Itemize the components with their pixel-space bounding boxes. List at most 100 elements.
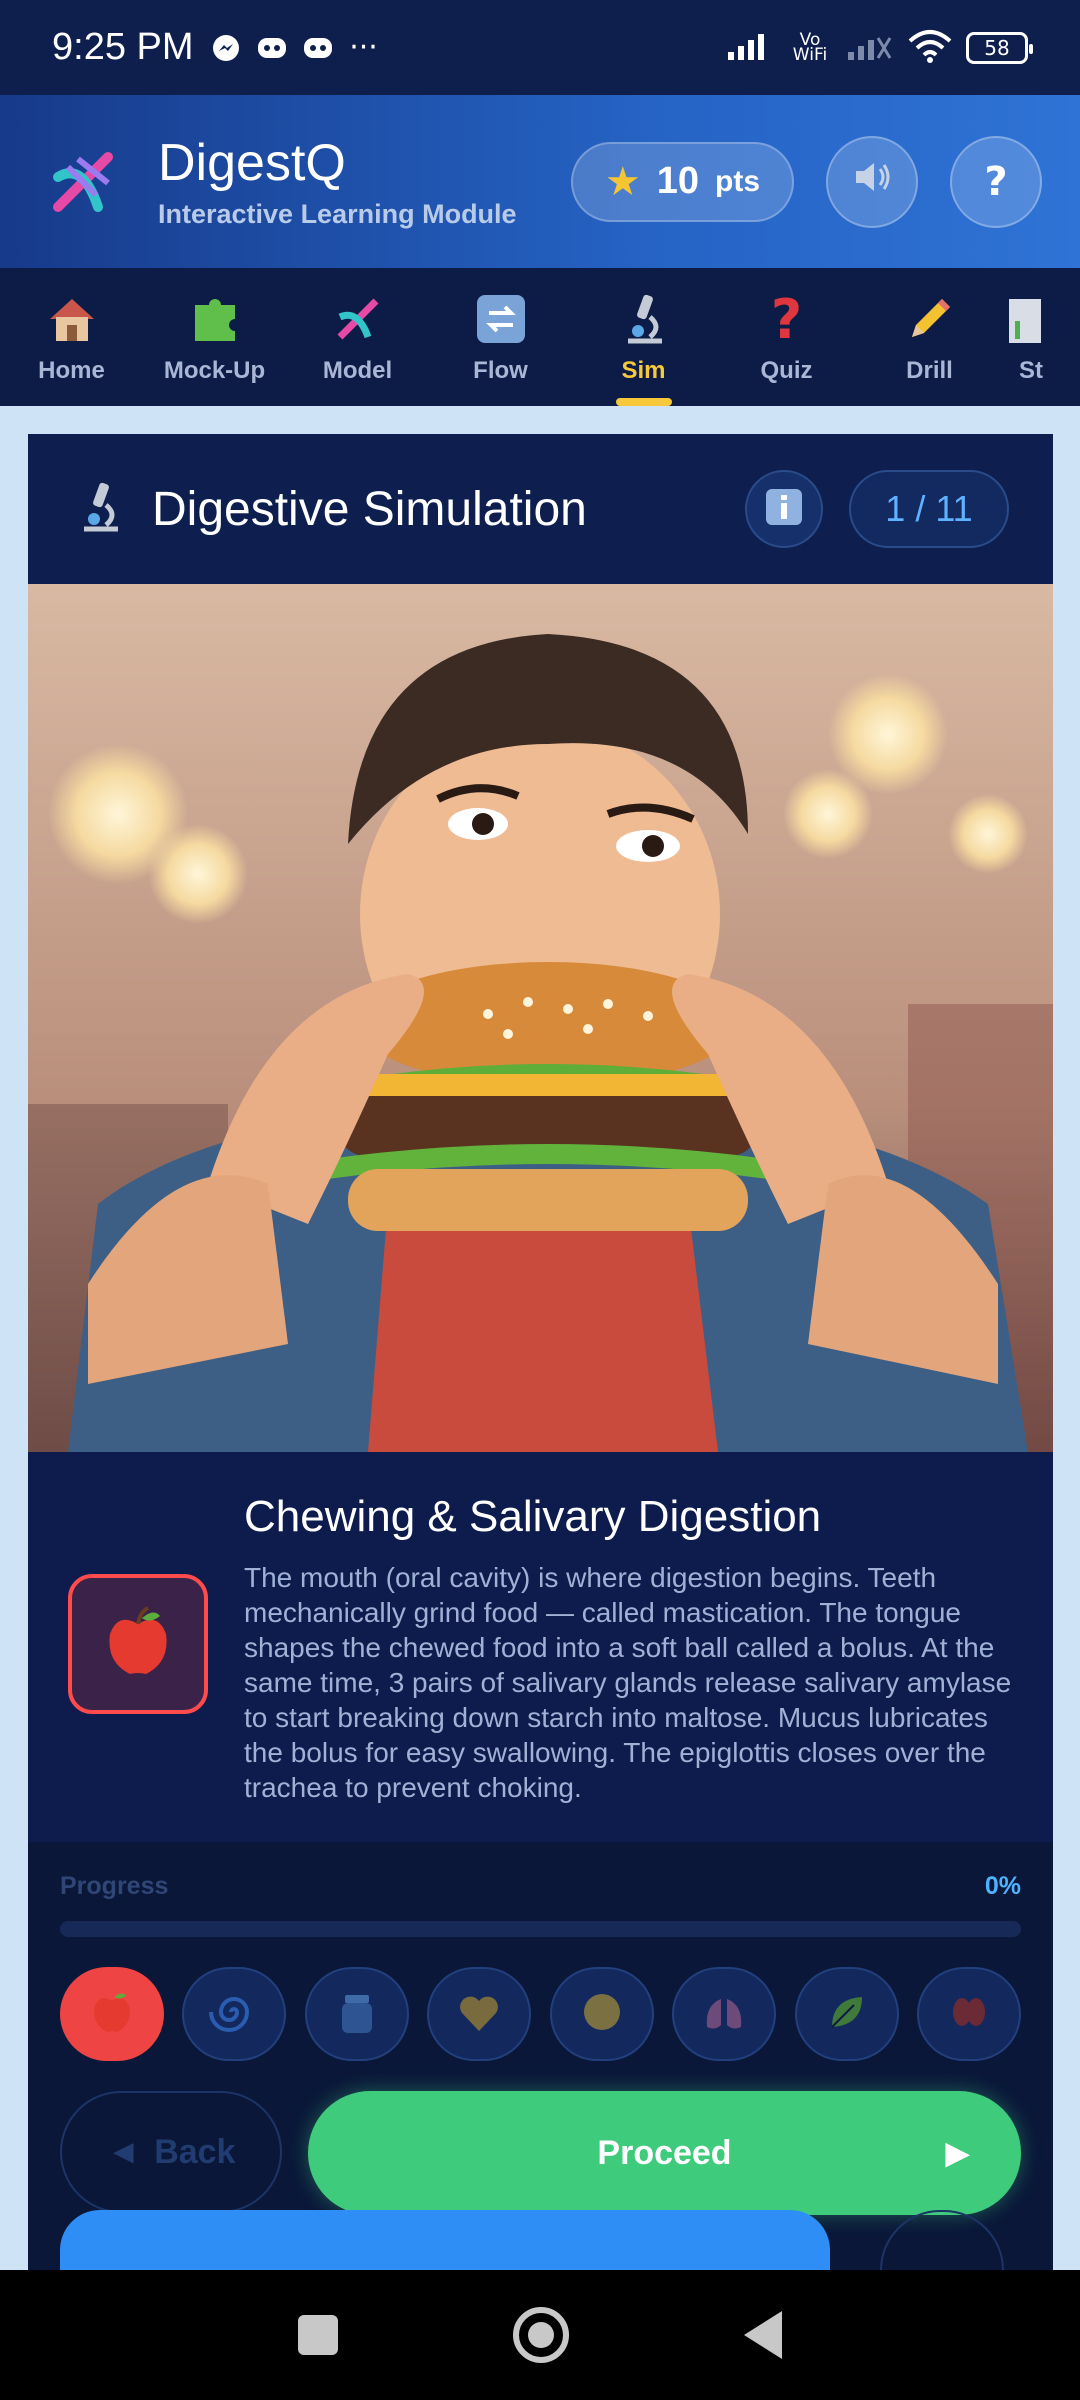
tab-sim[interactable]: Sim: [572, 268, 715, 406]
discord-icon-2: [302, 32, 334, 64]
tab-home[interactable]: Home: [0, 268, 143, 406]
tab-label: Flow: [473, 357, 528, 384]
battery-indicator: 58: [966, 31, 1033, 64]
partially-visible-button[interactable]: [60, 2210, 830, 2270]
apple-icon: [98, 1602, 178, 1686]
tab-flow[interactable]: Flow: [429, 268, 572, 406]
refresh-icon: [471, 289, 531, 349]
back-arrow-icon: ◄: [106, 2132, 141, 2171]
proceed-button[interactable]: Proceed ▶: [308, 2091, 1021, 2215]
signal-icon-2: [846, 30, 894, 66]
dna-logo-icon: [38, 137, 128, 227]
proceed-label: Proceed: [597, 2133, 732, 2172]
signal-icon: [726, 30, 774, 66]
stage-dot-mouth[interactable]: [60, 1967, 164, 2061]
tab-label: Home: [38, 357, 105, 384]
jar-icon: [332, 1987, 382, 2041]
puzzle-icon: [185, 289, 245, 349]
stage-text: Chewing & Salivary Digestion The mouth (…: [244, 1492, 1013, 1842]
progress-row: Progress 0%: [60, 1872, 1021, 1901]
stage-dot-stomach[interactable]: [304, 1967, 409, 2061]
blob-icon: [577, 1987, 627, 2041]
progress-area: Progress 0% ◄ Back Proceed ▶: [28, 1842, 1053, 2270]
leaf-icon: [822, 1987, 872, 2041]
system-indicators: Vo WiFi 58: [726, 29, 1033, 67]
dna-icon: [328, 289, 388, 349]
play-arrow-icon: ▶: [945, 2136, 969, 2170]
partially-visible-controls: [28, 2210, 1053, 2270]
stage-dot-small-intestine[interactable]: [672, 1967, 777, 2061]
tab-mock-up[interactable]: Mock-Up: [143, 268, 286, 406]
tab-label: Sim: [621, 357, 666, 384]
back-label: Back: [154, 2132, 236, 2171]
stage-info: Chewing & Salivary Digestion The mouth (…: [28, 1452, 1053, 1842]
stage-selector: [60, 1967, 1021, 2061]
help-button[interactable]: ?: [950, 135, 1042, 228]
points-badge[interactable]: ★ 10 pts: [570, 141, 794, 222]
info-button[interactable]: [745, 470, 823, 548]
vowifi-label: Vo WiFi: [792, 29, 828, 65]
navigation-row: ◄ Back Proceed ▶: [60, 2091, 1021, 2215]
sound-button[interactable]: [826, 135, 918, 228]
stage-dot-large-intestine[interactable]: [794, 1967, 899, 2061]
stage-dot-rectum[interactable]: [916, 1967, 1021, 2061]
more-dots-icon: ···: [349, 30, 378, 65]
progress-value: 0%: [984, 1872, 1021, 1900]
home-button[interactable]: [512, 2307, 569, 2363]
stage-title: Chewing & Salivary Digestion: [244, 1492, 822, 1541]
tab-model[interactable]: Model: [286, 268, 429, 406]
kidney-icon: [944, 1987, 994, 2041]
progress-label: Progress: [60, 1872, 169, 1900]
simulation-scene-image: [28, 584, 1053, 1452]
back-button[interactable]: ◄ Back: [60, 2091, 282, 2213]
points-value: 10: [656, 160, 699, 202]
tab-quiz[interactable]: ? Quiz: [715, 268, 858, 406]
stage-description: The mouth (oral cavity) is where digesti…: [244, 1562, 1012, 1803]
wifi-icon: [908, 29, 952, 67]
speaker-icon: [850, 155, 894, 209]
header-actions: ★ 10 pts ?: [570, 135, 1042, 228]
chart-icon: [1001, 289, 1061, 349]
notification-icons: ···: [210, 30, 380, 65]
points-unit: pts: [715, 164, 760, 198]
tab-label: St: [1019, 357, 1043, 384]
status-time: 9:25 PM: [52, 26, 194, 68]
question-icon: ?: [770, 287, 803, 351]
tab-label: Model: [322, 357, 393, 384]
stage-icon-box: [68, 1574, 208, 1714]
tab-label: Mock-Up: [163, 357, 266, 384]
progress-bar: [60, 1921, 1021, 1937]
app-subtitle: Interactive Learning Module: [158, 199, 517, 229]
app-title: DigestQ: [158, 134, 346, 192]
simulation-card: Digestive Simulation 1 / 11 Chewing & Sa…: [28, 434, 1053, 2270]
card-header: Digestive Simulation 1 / 11: [28, 434, 1053, 584]
recents-button[interactable]: [297, 2315, 338, 2355]
tab-drill[interactable]: Drill: [858, 268, 1001, 406]
discord-icon: [256, 32, 288, 64]
pencil-icon: [900, 289, 960, 349]
apple-icon: [87, 1987, 137, 2041]
app-header: DigestQ Interactive Learning Module ★ 10…: [0, 95, 1080, 268]
card-title: Digestive Simulation: [152, 482, 587, 536]
tab-label: Drill: [906, 357, 953, 384]
tab-label: Quiz: [760, 357, 813, 384]
info-icon: [764, 487, 804, 531]
spiral-icon: [209, 1987, 259, 2041]
messenger-icon: [210, 32, 242, 64]
stage-dot-pancreas[interactable]: [549, 1967, 654, 2061]
back-nav-button[interactable]: [744, 2311, 783, 2359]
page-indicator: 1 / 11: [849, 470, 1009, 548]
app-title-block: DigestQ Interactive Learning Module: [158, 133, 517, 230]
heart-icon: [454, 1987, 504, 2041]
lungs-icon: [699, 1987, 749, 2041]
microscope-icon: [72, 479, 128, 539]
stage-dot-liver[interactable]: [427, 1967, 532, 2061]
tab-stats[interactable]: St: [1001, 268, 1061, 406]
house-icon: [42, 289, 102, 349]
star-icon: ★: [604, 158, 641, 205]
tab-bar: Home Mock-Up Model Flow Sim ? Quiz Drill: [0, 268, 1080, 406]
system-navigation-bar: [0, 2270, 1080, 2400]
stage-dot-esophagus[interactable]: [182, 1967, 287, 2061]
status-bar: 9:25 PM ··· Vo WiFi 58: [0, 0, 1080, 95]
partially-visible-round-button[interactable]: [880, 2210, 1004, 2270]
